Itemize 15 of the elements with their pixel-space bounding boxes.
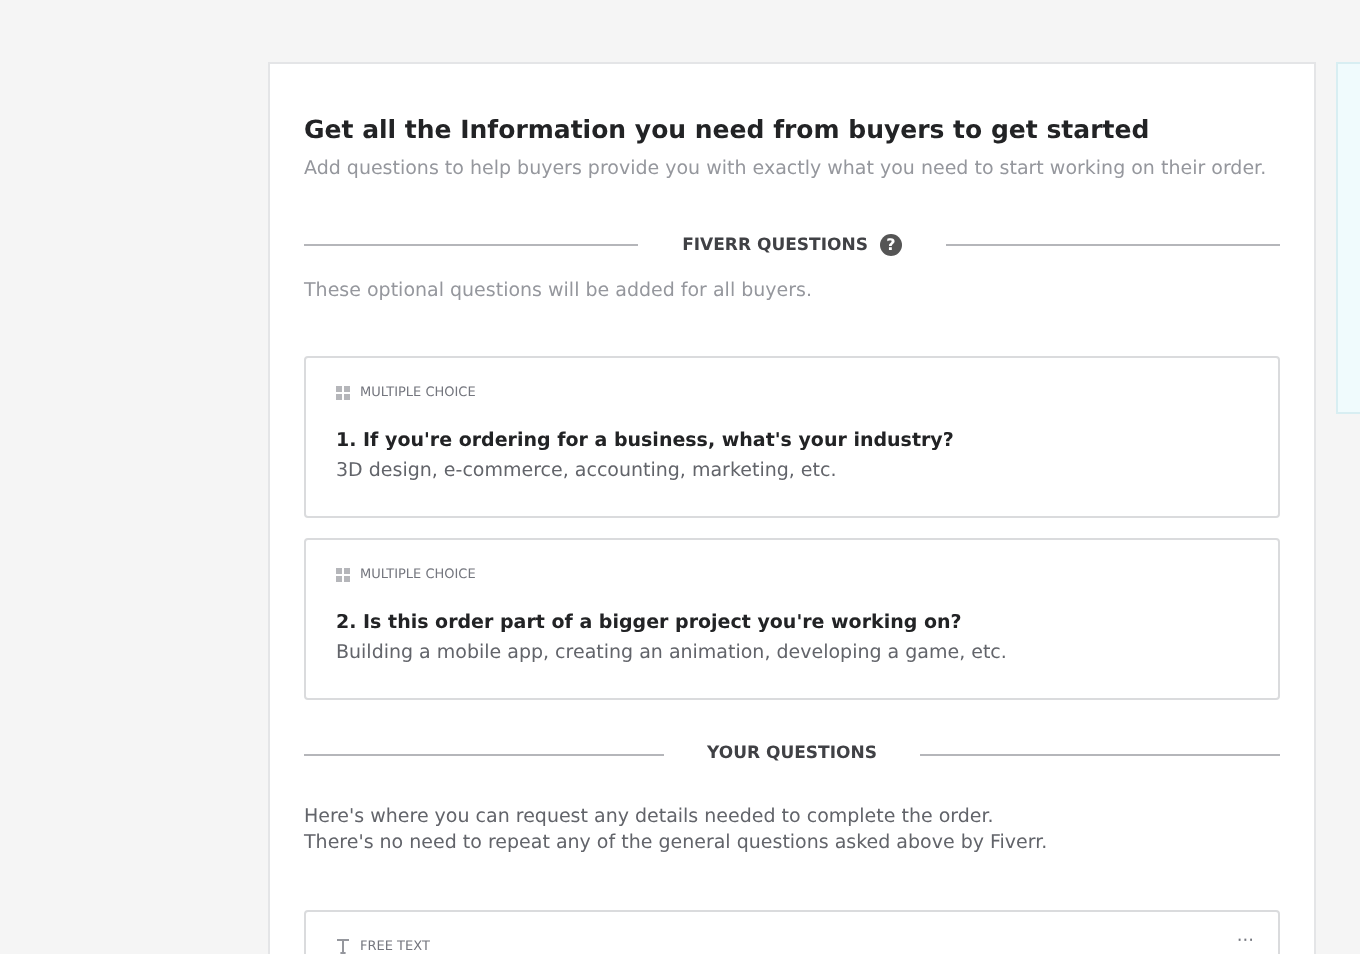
text-icon — [336, 938, 350, 954]
section-heading: FIVERR QUESTIONS — [682, 235, 868, 255]
section-heading: YOUR QUESTIONS — [707, 744, 877, 764]
question-text: 2. Is this order part of a bigger project you're working on? — [336, 612, 964, 634]
page-subtitle: Add questions to help buyers provide you with exactly what you need to start working on their order. — [304, 158, 1269, 180]
question-hint: 3D design, e-commerce, accounting, marketing, etc. — [336, 460, 839, 482]
grid-icon — [336, 567, 350, 581]
section-note: These optional questions will be added for all buyers. — [304, 280, 814, 302]
page-title: Get all the Information you need from buyers to get started — [304, 114, 1152, 144]
more-menu-button[interactable]: ··· — [1236, 932, 1254, 952]
question-hint: Building a mobile app, creating an animation, developing a game, etc. — [336, 642, 1009, 664]
section-description: Here's where you can request any details needed to complete the order. There's no need to repeat any of the general questions asked above by Fiverr. — [304, 804, 1050, 856]
help-icon[interactable]: ? — [879, 234, 902, 256]
question-text: 1. If you're ordering for a business, what's your industry? — [336, 430, 956, 452]
grid-icon — [336, 385, 350, 399]
